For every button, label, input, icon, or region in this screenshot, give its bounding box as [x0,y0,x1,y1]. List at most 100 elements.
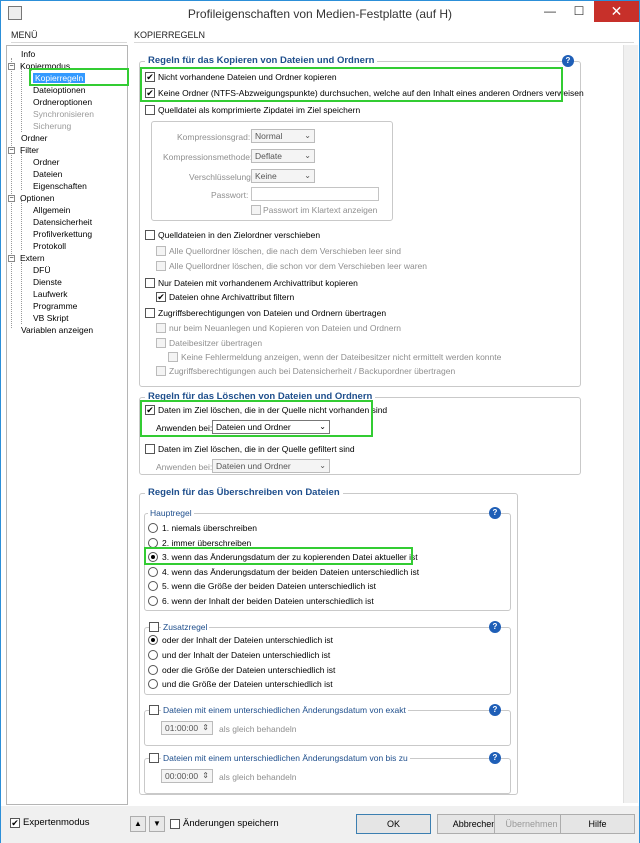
select-apply-2[interactable]: Dateien und Ordner ⌄ [212,459,330,473]
label-size-diff: 5. wenn die Größe der beiden Dateien unt… [162,581,377,591]
checkbox-move-empty-before[interactable] [156,261,166,271]
tree-item-ordneroptionen[interactable]: Ordneroptionen [33,97,92,107]
upto-time-input[interactable]: 00:00:00 ⇕ [161,769,213,783]
checkbox-archive[interactable] [145,278,155,288]
checkbox-delete-filtered[interactable] [145,444,155,454]
upto-date-title: Dateien mit einem unterschiedlichen Ände… [161,753,410,763]
checkbox-acl[interactable] [145,308,155,318]
checkbox-password-plain[interactable] [251,205,261,215]
highlight-box [140,67,563,102]
exact-date-title: Dateien mit einem unterschiedlichen Ände… [161,705,408,715]
select-encryption[interactable]: Keine ⌄ [251,169,315,183]
menu-tree: − − − − Info Kopiermodus Kopierregeln Da… [6,45,129,805]
close-button[interactable]: ✕ [594,1,639,22]
help-icon[interactable]: ? [489,752,501,764]
collapse-icon[interactable]: − [8,255,15,262]
highlight-box [140,400,373,437]
label-move-empty-before: Alle Quellordner löschen, die schon vor … [169,261,427,271]
help-icon[interactable]: ? [489,704,501,716]
label-password: Passwort: [211,190,249,200]
help-icon[interactable]: ? [489,621,501,633]
radio-and-content[interactable] [148,650,158,660]
help-icon[interactable]: ? [562,55,574,67]
tree-item-eigenschaften[interactable]: Eigenschaften [33,181,87,191]
label-acl-noerror: Keine Fehlermeldung anzeigen, wenn der D… [181,352,502,362]
tree-item-filter-ordner[interactable]: Ordner [33,157,59,167]
label-or-content: oder der Inhalt der Dateien unterschiedl… [162,635,334,645]
label-method: Kompressionsmethode: [163,152,253,162]
tree-item-optionen[interactable]: Optionen [20,193,55,203]
tree-item-allgemein[interactable]: Allgemein [33,205,70,215]
radio-date-diff[interactable] [148,567,158,577]
checkbox-extra-rule[interactable] [149,622,159,632]
tree-item-dienste[interactable]: Dienste [33,277,62,287]
collapse-icon[interactable]: − [8,63,15,70]
vertical-scrollbar[interactable] [623,45,638,803]
password-input[interactable] [251,187,379,201]
tree-item-laufwerk[interactable]: Laufwerk [33,289,68,299]
tree-item-extern[interactable]: Extern [20,253,45,263]
checkbox-acl-noerror[interactable] [168,352,178,362]
extra-rule-title: Zusatzregel [161,622,210,632]
label-acl-backup: Zugriffsberechtigungen auch bei Datensic… [169,366,456,376]
checkbox-acl-new[interactable] [156,323,166,333]
label-archive-filter: Dateien ohne Archivattribut filtern [169,292,295,302]
checkbox-archive-filter[interactable]: ✔ [156,292,166,302]
tree-item-info[interactable]: Info [21,49,35,59]
apply-button[interactable]: Übernehmen [494,814,569,834]
footer: ✔ Expertenmodus ▲ ▼ Änderungen speichern… [1,806,639,843]
tree-item-ordner[interactable]: Ordner [21,133,47,143]
tree-item-vb-skript[interactable]: VB Skript [33,313,68,323]
section-header: KOPIERREGELN [134,27,634,43]
radio-or-content[interactable] [148,635,158,645]
collapse-icon[interactable]: − [8,195,15,202]
checkbox-zip[interactable] [145,105,155,115]
label-expert: Expertenmodus [23,817,90,828]
radio-content-diff[interactable] [148,596,158,606]
highlight-box [29,68,129,86]
tree-item-programme[interactable]: Programme [33,301,77,311]
move-up-button[interactable]: ▲ [130,816,146,832]
checkbox-move-empty-after[interactable] [156,246,166,256]
help-icon[interactable]: ? [489,507,501,519]
checkbox-save-changes[interactable] [170,819,180,829]
tree-item-profilverkettung[interactable]: Profilverkettung [33,229,92,239]
checkbox-exact-date[interactable] [149,705,159,715]
tree-item-sicherung[interactable]: Sicherung [33,121,71,131]
collapse-icon[interactable]: − [8,147,15,154]
label-compression: Kompressionsgrad: [177,132,251,142]
select-compression[interactable]: Normal ⌄ [251,129,315,143]
title-bar: Profileigenschaften von Medien-Festplatt… [1,1,639,27]
radio-and-size[interactable] [148,679,158,689]
minimize-button[interactable]: — [536,1,564,22]
checkbox-move[interactable] [145,230,155,240]
tree-item-protokoll[interactable]: Protokoll [33,241,66,251]
label-acl-new: nur beim Neuanlegen und Kopieren von Dat… [169,323,402,333]
checkbox-acl-owner[interactable] [156,338,166,348]
tree-item-filter[interactable]: Filter [20,145,39,155]
label-date-diff: 4. wenn das Änderungsdatum der beiden Da… [162,567,420,577]
radio-never[interactable] [148,523,158,533]
tree-item-dfue[interactable]: DFÜ [33,265,50,275]
tree-item-datensicherheit[interactable]: Datensicherheit [33,217,92,227]
checkbox-expert[interactable]: ✔ [10,818,20,828]
label-and-size: und die Größe der Dateien unterschiedlic… [162,679,333,689]
tree-item-dateioptionen[interactable]: Dateioptionen [33,85,85,95]
radio-size-diff[interactable] [148,581,158,591]
menu-header: MENÜ [11,27,127,43]
tree-item-filter-dateien[interactable]: Dateien [33,169,62,179]
checkbox-upto-date[interactable] [149,753,159,763]
label-or-size: oder die Größe der Dateien unterschiedli… [162,665,336,675]
checkbox-acl-backup[interactable] [156,366,166,376]
help-button[interactable]: Hilfe [560,814,635,834]
select-method[interactable]: Deflate ⌄ [251,149,315,163]
label-archive: Nur Dateien mit vorhandenem Archivattrib… [158,278,358,288]
ok-button[interactable]: OK [356,814,431,834]
label-same-2: als gleich behandeln [219,772,297,782]
maximize-button[interactable]: ☐ [565,1,593,22]
tree-item-synchronisieren[interactable]: Synchronisieren [33,109,94,119]
move-down-button[interactable]: ▼ [149,816,165,832]
tree-item-variablen[interactable]: Variablen anzeigen [21,325,93,335]
exact-time-input[interactable]: 01:00:00 ⇕ [161,721,213,735]
radio-or-size[interactable] [148,665,158,675]
